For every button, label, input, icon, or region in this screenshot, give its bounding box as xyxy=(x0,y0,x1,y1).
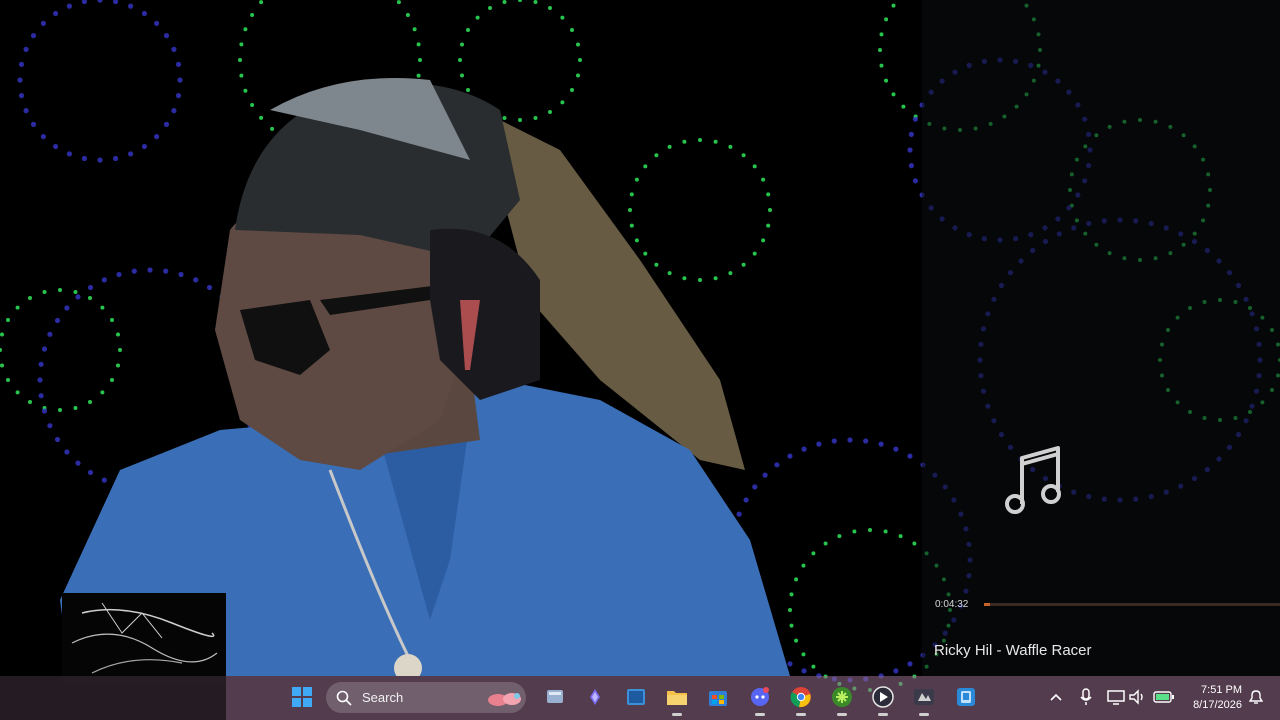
search-icon xyxy=(336,690,352,706)
volume-icon[interactable] xyxy=(1128,688,1146,706)
search-highlight-icon xyxy=(484,687,528,709)
camera-thumbnail xyxy=(62,593,226,685)
taskbar-left-area xyxy=(0,676,226,720)
search-input[interactable] xyxy=(360,689,484,706)
webcam-feed xyxy=(60,78,790,676)
display-icon[interactable] xyxy=(1107,688,1125,706)
microphone-icon[interactable] xyxy=(1077,688,1095,706)
clock-time: 7:51 PM xyxy=(1201,684,1242,696)
progress-fill xyxy=(984,603,990,606)
clock-date: 8/17/2026 xyxy=(1193,699,1242,711)
phone-link-icon[interactable] xyxy=(953,684,979,710)
media-player-icon[interactable] xyxy=(870,684,896,716)
obs-icon[interactable] xyxy=(911,684,937,716)
file-explorer-icon[interactable] xyxy=(664,684,690,716)
green-app-icon[interactable] xyxy=(829,684,855,716)
music-note-icon xyxy=(1002,442,1068,516)
battery-icon[interactable] xyxy=(1153,688,1175,706)
search-box[interactable] xyxy=(326,682,526,713)
discord-icon[interactable] xyxy=(747,684,773,716)
widgets-icon[interactable] xyxy=(542,684,568,710)
notification-icon[interactable] xyxy=(1247,688,1265,706)
windows-start-icon[interactable] xyxy=(289,684,315,710)
elapsed-time: 0:04:32 xyxy=(935,599,969,610)
progress-bar[interactable] xyxy=(984,603,1280,606)
chevron-up-icon[interactable] xyxy=(1047,688,1065,706)
microsoft-store-icon[interactable] xyxy=(705,684,731,710)
chrome-icon[interactable] xyxy=(788,684,814,716)
taskbar: 7:51 PM 8/17/2026 xyxy=(0,676,1280,720)
task-view-icon[interactable] xyxy=(623,684,649,710)
clock[interactable]: 7:51 PM 8/17/2026 xyxy=(1186,683,1242,713)
copilot-icon[interactable] xyxy=(582,684,608,710)
track-title: Ricky Hil - Waffle Racer xyxy=(934,642,1092,659)
player-panel xyxy=(922,0,1280,676)
